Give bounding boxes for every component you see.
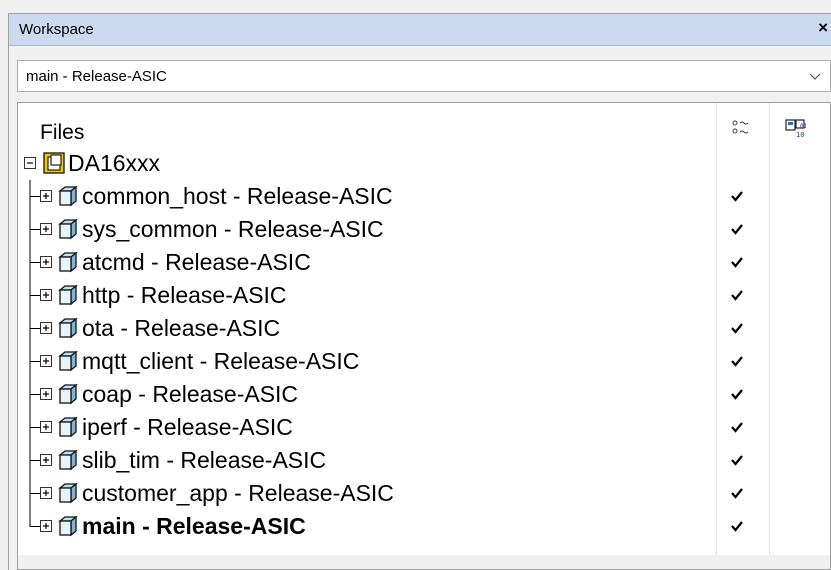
check-icon[interactable] [730, 519, 744, 533]
tree-project-row[interactable]: mqtt_client - Release-ASIC [18, 345, 830, 378]
files-column-header[interactable]: Files [40, 121, 84, 145]
expand-icon[interactable] [40, 454, 52, 466]
tree-project-row[interactable]: customer_app - Release-ASIC [18, 477, 830, 510]
check-icon[interactable] [730, 222, 744, 236]
expand-icon[interactable] [40, 520, 52, 532]
panel-bottom-gap [18, 555, 830, 569]
collapse-icon[interactable] [24, 157, 36, 169]
tree-project-row[interactable]: iperf - Release-ASIC [18, 411, 830, 444]
expand-icon[interactable] [40, 487, 52, 499]
expand-icon[interactable] [40, 388, 52, 400]
project-icon [58, 251, 78, 273]
project-label: iperf - Release-ASIC [82, 414, 293, 440]
tree-project-row[interactable]: sys_common - Release-ASIC [18, 213, 830, 246]
svg-text:10: 10 [796, 131, 804, 139]
check-icon[interactable] [730, 486, 744, 500]
project-icon [58, 383, 78, 405]
configuration-value: main - Release-ASIC [26, 68, 167, 85]
tree-project-row[interactable]: common_host - Release-ASIC [18, 180, 830, 213]
tree-root-label: DA16xxx [68, 150, 161, 176]
project-label: atcmd - Release-ASIC [82, 249, 311, 275]
check-icon[interactable] [730, 420, 744, 434]
configuration-dropdown[interactable]: main - Release-ASIC [17, 60, 831, 92]
project-icon [58, 482, 78, 504]
chevron-down-icon[interactable] [808, 69, 822, 83]
workspace-panel: Workspace × main - Release-ASIC Files 10… [8, 14, 831, 570]
project-label: mqtt_client - Release-ASIC [82, 348, 360, 374]
expand-icon[interactable] [40, 256, 52, 268]
check-icon[interactable] [730, 354, 744, 368]
project-icon [58, 416, 78, 438]
tree-project-row[interactable]: ota - Release-ASIC [18, 312, 830, 345]
check-icon[interactable] [730, 288, 744, 302]
expand-icon[interactable] [40, 355, 52, 367]
close-icon[interactable]: × [818, 19, 828, 36]
window-top-strip [0, 0, 831, 14]
project-label: customer_app - Release-ASIC [82, 480, 394, 506]
project-label: ota - Release-ASIC [82, 315, 281, 341]
project-icon [58, 185, 78, 207]
check-icon[interactable] [730, 321, 744, 335]
tree-project-row[interactable]: main - Release-ASIC [18, 510, 830, 543]
workspace-titlebar: Workspace × [9, 14, 831, 46]
project-label: coap - Release-ASIC [82, 381, 299, 407]
tree-project-row[interactable]: atcmd - Release-ASIC [18, 246, 830, 279]
project-label: main - Release-ASIC [82, 513, 306, 539]
expand-icon[interactable] [40, 322, 52, 334]
check-icon[interactable] [730, 387, 744, 401]
project-label: http - Release-ASIC [82, 282, 287, 308]
project-icon [58, 218, 78, 240]
tree-root-row[interactable]: DA16xxx [18, 147, 830, 180]
project-icon [58, 515, 78, 537]
expand-icon[interactable] [40, 223, 52, 235]
project-icon [58, 284, 78, 306]
expand-icon[interactable] [40, 190, 52, 202]
workspace-folder-icon [43, 152, 65, 174]
project-icon [58, 449, 78, 471]
files-tree: Files 10 01 DA16xxx commo [17, 102, 831, 570]
tree-project-row[interactable]: slib_tim - Release-ASIC [18, 444, 830, 477]
check-icon[interactable] [730, 255, 744, 269]
project-label: slib_tim - Release-ASIC [82, 447, 327, 473]
tree-project-row[interactable]: http - Release-ASIC [18, 279, 830, 312]
check-icon[interactable] [730, 189, 744, 203]
svg-text:01: 01 [800, 123, 806, 130]
project-icon [58, 317, 78, 339]
expand-icon[interactable] [40, 421, 52, 433]
project-label: sys_common - Release-ASIC [82, 216, 384, 242]
choose-configuration-icon[interactable] [730, 117, 752, 139]
output-settings-icon[interactable]: 10 01 [784, 117, 806, 139]
panel-title: Workspace [19, 21, 94, 38]
check-icon[interactable] [730, 453, 744, 467]
project-icon [58, 350, 78, 372]
expand-icon[interactable] [40, 289, 52, 301]
tree-project-row[interactable]: coap - Release-ASIC [18, 378, 830, 411]
project-label: common_host - Release-ASIC [82, 183, 393, 209]
